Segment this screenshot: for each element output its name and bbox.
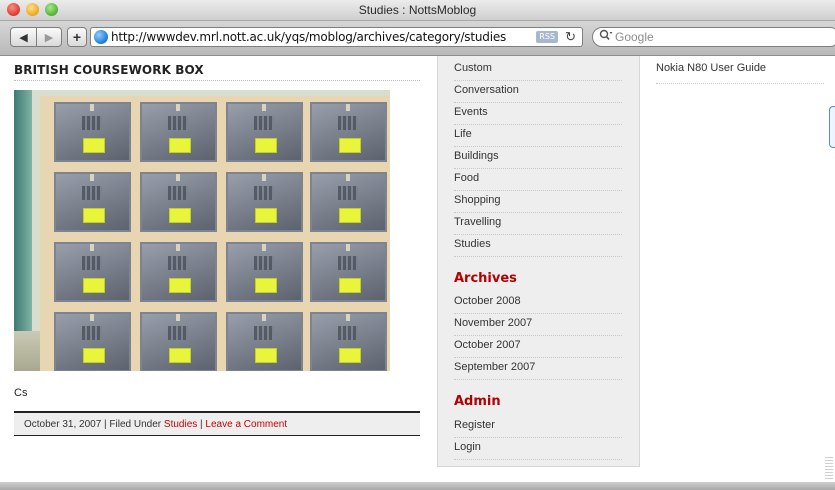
photo-cubby [310,102,387,162]
photo-shelf [40,96,390,371]
search-placeholder: Google [615,30,654,44]
post-category-link[interactable]: Studies [164,419,197,430]
admin-register-link[interactable]: Register [454,416,622,438]
search-icon [599,29,613,44]
photo-cubby [310,242,387,302]
photo-cubby [54,102,131,162]
post-caption: Cs [14,387,28,399]
photo-cubby [54,172,131,232]
post-title-divider [14,80,420,81]
search-field[interactable]: Google [592,27,835,47]
post-meta-separator: | Filed Under [101,419,164,430]
admin-heading: Admin [454,394,501,409]
page-content: BRITISH COURSEWORK BOX Cs October 31, 20… [0,56,835,482]
post-photo[interactable] [14,90,390,371]
archive-november-2007[interactable]: November 2007 [454,314,622,336]
add-bookmark-button[interactable]: + [67,27,87,47]
photo-cubby [226,242,303,302]
post-date: October 31, 2007 [24,419,102,430]
browser-toolbar: ◀ ▶ + http://wwwdev.mrl.nott.ac.uk/yqs/m… [0,21,835,56]
sidebar-category-conversation[interactable]: Conversation [454,81,622,103]
photo-cubby [310,312,387,371]
photo-cubby [140,242,217,302]
globe-icon [94,30,108,44]
address-bar[interactable]: http://wwwdev.mrl.nott.ac.uk/yqs/moblog/… [90,27,583,47]
plus-icon: + [72,29,82,45]
sidebar-category-events[interactable]: Events [454,103,622,125]
photo-cubby [226,312,303,371]
resize-grip[interactable] [825,457,833,479]
window-titlebar: Studies : NottsMoblog [0,0,835,21]
sidebar: Custom Conversation Events Life Building… [437,56,640,467]
post-meta: October 31, 2007 | Filed Under Studies |… [24,419,287,430]
photo-cubby [310,172,387,232]
sidebar-category-life[interactable]: Life [454,125,622,147]
photo-cubby [140,312,217,371]
photo-cubby [226,172,303,232]
window-title: Studies : NottsMoblog [358,3,477,17]
address-text[interactable]: http://wwwdev.mrl.nott.ac.uk/yqs/moblog/… [111,30,506,44]
sidebar-category-buildings[interactable]: Buildings [454,147,622,169]
nokia-guide-link[interactable]: Nokia N80 User Guide [656,62,824,84]
forward-arrow-icon: ▶ [44,31,54,44]
photo-cubby [140,102,217,162]
reload-icon[interactable]: ↻ [565,29,576,45]
photo-cubby [54,312,131,371]
admin-login-link[interactable]: Login [454,438,622,460]
archive-october-2007[interactable]: October 2007 [454,336,622,358]
photo-cubby [226,102,303,162]
sidebar-category-shopping[interactable]: Shopping [454,191,622,213]
sidebar-category-studies[interactable]: Studies [454,235,622,257]
back-button[interactable]: ◀ [10,27,37,47]
sidebar-category-food[interactable]: Food [454,169,622,191]
photo-wall-edge [14,90,32,371]
archives-heading: Archives [454,271,517,286]
rss-button[interactable]: RSS [536,31,558,43]
archive-september-2007[interactable]: September 2007 [454,358,622,380]
sidebar-category-travelling[interactable]: Travelling [454,213,622,235]
photo-cubby [140,172,217,232]
forward-button[interactable]: ▶ [36,27,62,47]
sidebar-category-custom[interactable]: Custom [454,59,622,81]
post-title[interactable]: BRITISH COURSEWORK BOX [14,63,204,77]
archive-october-2008[interactable]: October 2008 [454,292,622,314]
window-bottom-bar [0,482,835,490]
photo-cubby [54,242,131,302]
back-arrow-icon: ◀ [19,31,28,44]
leave-comment-link[interactable]: Leave a Comment [205,419,287,430]
post-meta-bar: October 31, 2007 | Filed Under Studies |… [14,411,420,436]
scroll-tab[interactable] [829,106,835,148]
